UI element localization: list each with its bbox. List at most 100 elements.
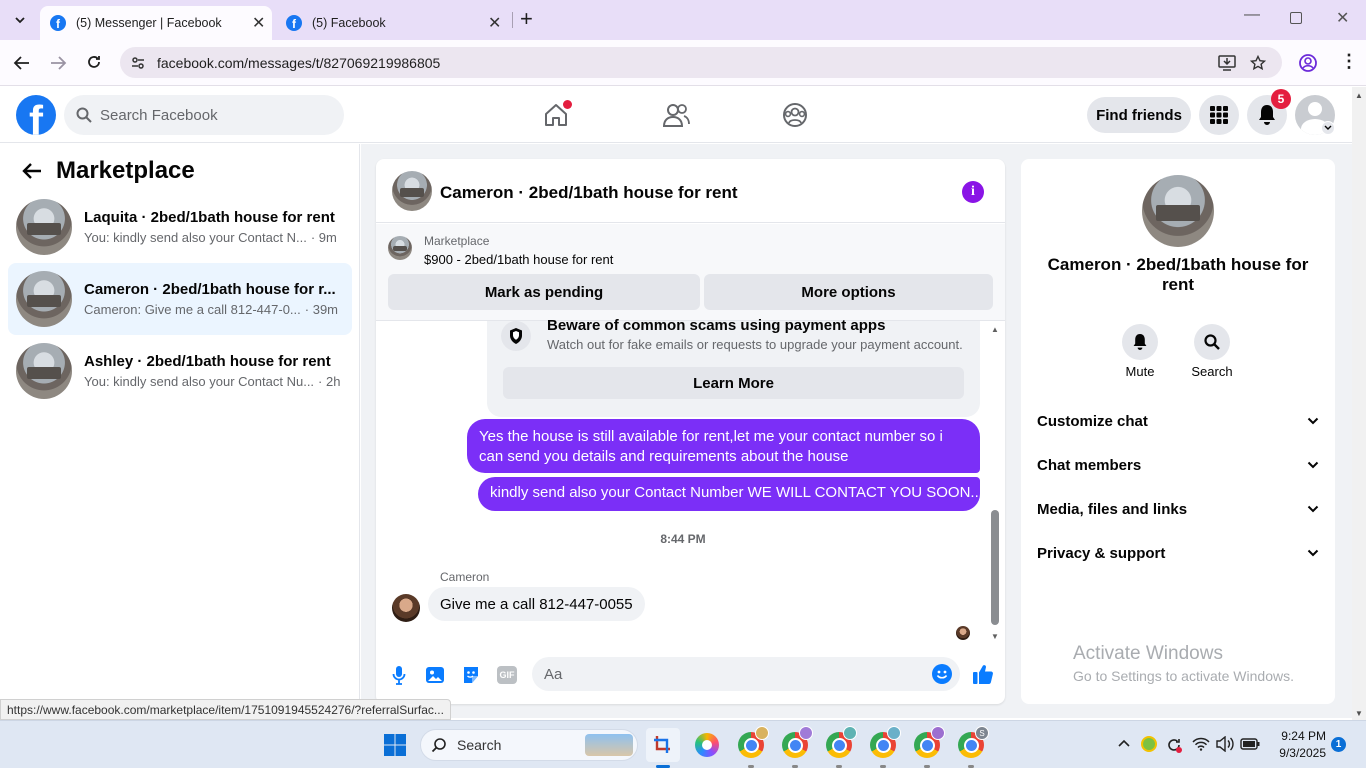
taskbar-clock[interactable]: 9:24 PM 9/3/2025 (1264, 728, 1326, 762)
facebook-favicon-icon: f (50, 15, 66, 31)
section-label: Media, files and links (1037, 500, 1188, 518)
chevron-down-icon (1307, 461, 1319, 469)
page-scrollbar[interactable]: ▲ ▼ (1352, 87, 1366, 720)
sticker-icon[interactable] (461, 665, 481, 685)
details-listing-photo[interactable] (1142, 175, 1214, 247)
search-in-chat-button[interactable] (1194, 324, 1230, 360)
chrome-app[interactable] (822, 726, 857, 768)
more-options-button[interactable]: More options (704, 274, 993, 310)
privacy-support-section[interactable]: Privacy & support (1037, 541, 1319, 565)
address-bar[interactable]: facebook.com/messages/t/827069219986805 (120, 47, 1282, 78)
listing-price-title[interactable]: $900 - 2bed/1bath house for rent (424, 252, 613, 267)
account-chevron-icon[interactable] (1321, 121, 1335, 135)
home-nav[interactable] (536, 97, 576, 133)
forward-arrow-icon[interactable] (49, 55, 67, 71)
friends-icon[interactable] (662, 102, 690, 128)
chat-details-panel: Cameron · 2bed/1bath house for rent Mute… (1021, 159, 1335, 704)
chevron-down-icon (1307, 505, 1319, 513)
conversation-item[interactable]: Ashley · 2bed/1bath house for rent You: … (8, 335, 352, 407)
back-arrow-icon[interactable] (22, 162, 42, 180)
gif-icon[interactable]: GIF (497, 666, 517, 684)
chrome-app[interactable] (910, 726, 945, 768)
chat-panel: Cameron · 2bed/1bath house for rent i Ma… (376, 159, 1005, 704)
battery-icon[interactable] (1240, 738, 1260, 750)
notification-center-badge[interactable]: 1 (1331, 737, 1346, 752)
details-title: Cameron · 2bed/1bath house for rent (1047, 255, 1309, 294)
reload-icon[interactable] (86, 54, 102, 70)
sender-avatar[interactable] (392, 594, 420, 622)
conversation-item[interactable]: Laquita · 2bed/1bath house for rent You:… (8, 191, 352, 263)
customize-chat-section[interactable]: Customize chat (1037, 409, 1319, 433)
site-settings-icon[interactable] (130, 55, 146, 71)
bookmark-star-icon[interactable] (1250, 54, 1266, 71)
copilot-app[interactable] (690, 728, 724, 762)
tab-facebook[interactable]: f (5) Facebook ✕ (276, 6, 508, 40)
taskbar-date: 9/3/2025 (1279, 746, 1326, 760)
conversation-preview: Cameron: Give me a call 812-447-0... (84, 302, 301, 317)
marketplace-sidebar: Marketplace Laquita · 2bed/1bath house f… (0, 144, 360, 718)
mark-as-pending-button[interactable]: Mark as pending (388, 274, 700, 310)
facebook-logo-icon[interactable]: f (16, 95, 56, 135)
chrome-icon: S (958, 726, 989, 758)
chrome-app[interactable] (778, 726, 813, 768)
security-tray-icon[interactable] (1141, 736, 1157, 752)
incoming-message[interactable]: Give me a call 812-447-0055 (428, 587, 645, 621)
media-files-links-section[interactable]: Media, files and links (1037, 497, 1319, 521)
tray-overflow-icon[interactable] (1118, 739, 1130, 747)
install-app-icon[interactable] (1218, 54, 1236, 71)
bell-icon (1259, 105, 1275, 125)
outgoing-message[interactable]: Yes the house is still available for ren… (467, 419, 980, 473)
photo-gallery-icon[interactable] (425, 665, 445, 685)
mute-button[interactable] (1122, 324, 1158, 360)
facebook-favicon-icon: f (286, 15, 302, 31)
conversation-preview: You: kindly send also your Contact Nu... (84, 374, 315, 389)
chat-title[interactable]: Cameron · 2bed/1bath house for rent (440, 183, 738, 203)
message-input[interactable]: Aa (532, 657, 960, 691)
taskbar-search-box[interactable]: Search (420, 729, 638, 761)
chrome-app[interactable] (866, 726, 901, 768)
mute-label: Mute (1125, 364, 1155, 379)
outgoing-message[interactable]: kindly send also your Contact Number WE … (478, 477, 983, 511)
close-tab-icon[interactable]: ✕ (252, 13, 272, 33)
info-icon[interactable]: i (962, 181, 984, 203)
sync-tray-icon[interactable] (1165, 736, 1183, 754)
conversation-name: Ashley · 2bed/1bath house for rent (84, 353, 331, 370)
restore-icon[interactable] (1290, 12, 1302, 24)
learn-more-button[interactable]: Learn More (503, 367, 964, 399)
thumbs-up-icon[interactable] (972, 663, 994, 685)
profile-icon[interactable] (1298, 53, 1318, 73)
notifications-button[interactable]: 5 (1247, 89, 1291, 135)
chat-scroll-thumb[interactable] (991, 510, 999, 625)
chrome-menu-icon[interactable]: ⋮ (1340, 52, 1358, 70)
chat-members-section[interactable]: Chat members (1037, 453, 1319, 477)
chevron-down-icon (15, 17, 25, 24)
chrome-app[interactable]: S (954, 726, 989, 768)
taskbar-time: 9:24 PM (1281, 729, 1326, 743)
wifi-icon[interactable] (1192, 737, 1210, 751)
search-icon (76, 107, 92, 123)
close-tab-icon[interactable]: ✕ (488, 13, 508, 33)
microphone-icon[interactable] (392, 665, 406, 685)
new-tab-icon[interactable]: + (520, 8, 533, 30)
chrome-app[interactable] (734, 726, 769, 768)
find-friends-button[interactable]: Find friends (1087, 97, 1191, 133)
avatar-head (1308, 102, 1322, 116)
link-status-bubble: https://www.facebook.com/marketplace/ite… (0, 699, 451, 720)
chevron-down-icon (1307, 549, 1319, 557)
volume-icon[interactable] (1216, 736, 1234, 752)
start-button[interactable] (378, 728, 412, 762)
groups-icon[interactable] (781, 102, 809, 128)
chat-scrollbar[interactable]: ▲ ▼ (990, 325, 1000, 641)
menu-button[interactable] (1199, 95, 1239, 135)
chat-listing-thumbnail[interactable] (392, 171, 432, 211)
back-arrow-icon[interactable] (13, 55, 31, 71)
tab-search-button[interactable] (8, 8, 32, 32)
search-facebook-input[interactable]: Search Facebook (64, 95, 344, 135)
snipping-tool-app[interactable] (646, 728, 680, 768)
conversation-item-selected[interactable]: Cameron · 2bed/1bath house for r... Came… (8, 263, 352, 335)
minimize-icon[interactable]: — (1244, 6, 1260, 24)
emoji-icon[interactable] (932, 664, 952, 684)
close-window-icon[interactable]: ✕ (1336, 8, 1349, 28)
activate-windows-title: Activate Windows (1073, 643, 1223, 664)
tab-messenger[interactable]: f (5) Messenger | Facebook ✕ (40, 6, 272, 40)
